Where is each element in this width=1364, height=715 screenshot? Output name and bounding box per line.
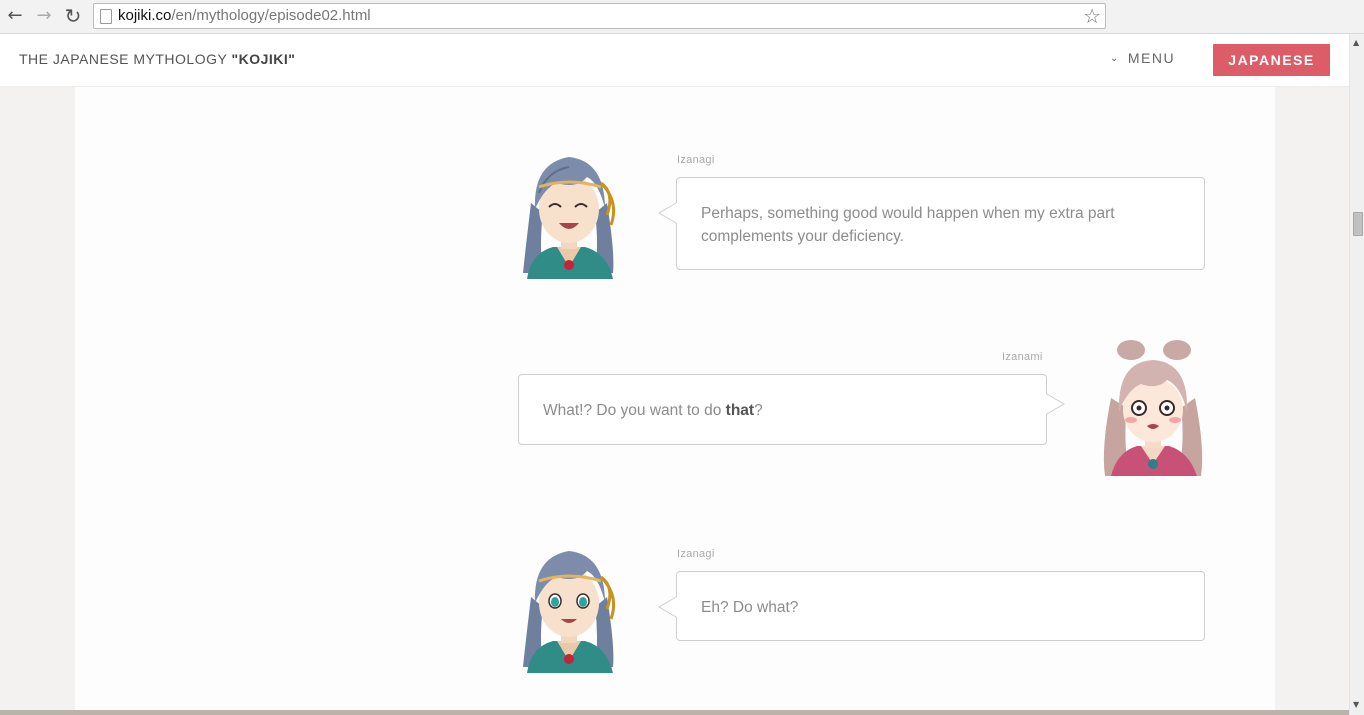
url-text[interactable]: kojiki.co/en/mythology/episode02.html xyxy=(118,7,371,24)
speech-bubble: Perhaps, something good would happen whe… xyxy=(658,177,1205,270)
speech-bubble: What!? Do you want to do that? xyxy=(518,374,1065,445)
japanese-language-button[interactable]: JAPANESE xyxy=(1213,44,1330,76)
speaker-name: Izanagi xyxy=(677,548,715,560)
page-scrollbar[interactable]: ▲ ▼ xyxy=(1349,34,1364,715)
bookmark-star-icon[interactable]: ☆ xyxy=(1083,4,1101,28)
site-title-prefix: THE JAPANESE MYTHOLOGY xyxy=(19,51,232,67)
window-bottom-edge xyxy=(0,710,1349,715)
url-path: /en/mythology/episode02.html xyxy=(171,7,371,24)
speaker-name: Izanami xyxy=(1002,351,1043,363)
speech-text: Eh? Do what? xyxy=(701,599,799,616)
back-arrow-icon[interactable]: ← xyxy=(4,5,26,27)
address-bar[interactable]: kojiki.co/en/mythology/episode02.html ☆ xyxy=(93,3,1106,29)
site-title[interactable]: THE JAPANESE MYTHOLOGY "KOJIKI" xyxy=(19,51,295,67)
url-host: kojiki.co xyxy=(118,7,172,24)
site-title-bold: "KOJIKI" xyxy=(231,51,296,67)
browser-toolbar: ← → ↻ kojiki.co/en/mythology/episode02.h… xyxy=(0,0,1364,34)
page-icon xyxy=(100,9,112,24)
speech-bubble: Eh? Do what? xyxy=(658,571,1205,641)
speech-text: What!? Do you want to do that? xyxy=(543,399,1022,422)
izanagi-avatar xyxy=(517,537,621,673)
reload-icon[interactable]: ↻ xyxy=(62,5,84,27)
site-header: THE JAPANESE MYTHOLOGY "KOJIKI" ⌄ MENU JA… xyxy=(0,34,1349,87)
speaker-name: Izanagi xyxy=(677,154,715,166)
menu-label: MENU xyxy=(1127,50,1176,66)
forward-arrow-icon[interactable]: → xyxy=(33,5,55,27)
scroll-down-arrow-icon[interactable]: ▼ xyxy=(1353,700,1359,709)
scroll-up-arrow-icon[interactable]: ▲ xyxy=(1353,38,1359,47)
izanagi-avatar xyxy=(517,143,621,279)
speech-text-emphasis: that xyxy=(725,402,755,419)
speech-text: Perhaps, something good would happen whe… xyxy=(701,205,1115,245)
izanami-avatar xyxy=(1101,338,1205,476)
speech-text-part: ? xyxy=(754,402,763,419)
speech-text-part: What!? Do you want to do xyxy=(543,402,726,419)
menu-button[interactable]: ⌄ MENU xyxy=(1110,50,1175,66)
chevron-down-icon: ⌄ xyxy=(1110,53,1120,64)
scrollbar-thumb[interactable] xyxy=(1353,212,1363,236)
